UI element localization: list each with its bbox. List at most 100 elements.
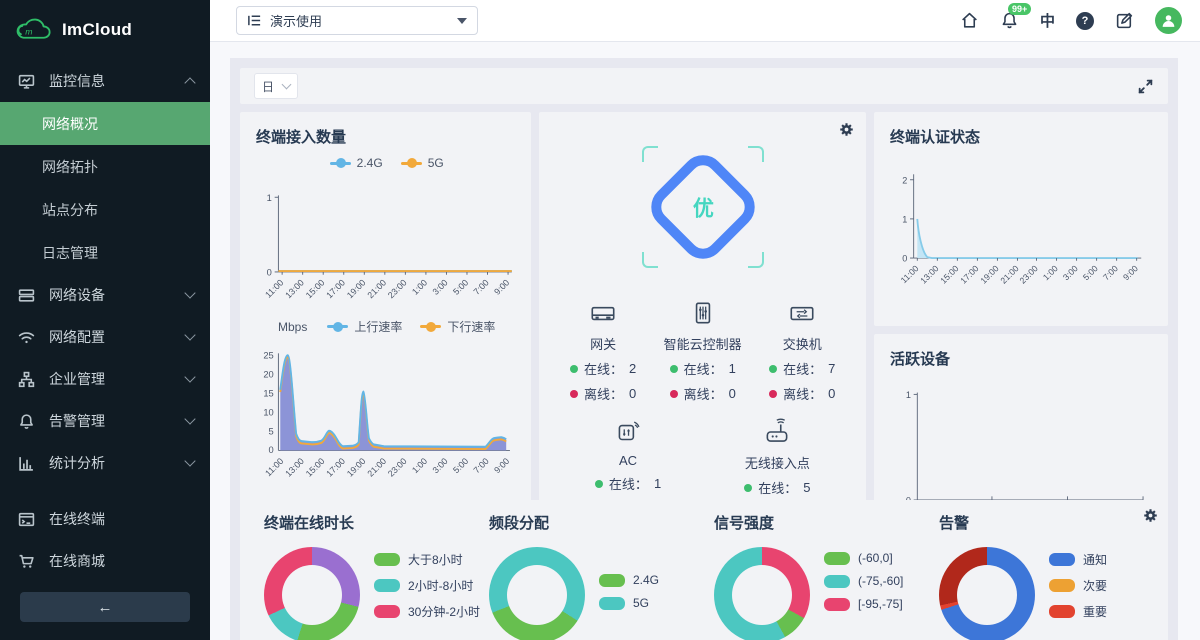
- online-dot: [570, 365, 578, 373]
- legend-item[interactable]: (-75,-60]: [824, 574, 903, 588]
- legend-label: 重要: [1083, 603, 1107, 620]
- device-online: 在线：1: [670, 359, 736, 378]
- svg-text:21:00: 21:00: [365, 277, 388, 300]
- legend-item[interactable]: 2.4G: [599, 573, 659, 587]
- feedback-edit-icon[interactable]: [1115, 11, 1134, 30]
- sidebar-item-log-management[interactable]: 日志管理: [0, 231, 210, 274]
- period-value: 日: [262, 78, 274, 95]
- notifications-bell-icon[interactable]: 99+: [1000, 11, 1019, 30]
- legend-item[interactable]: 通知: [1049, 551, 1107, 568]
- left-arrow-icon: ←: [98, 599, 113, 616]
- svg-text:5:00: 5:00: [451, 277, 470, 296]
- sidebar-item-label: 在线商城: [49, 551, 194, 571]
- donut-section-duration: 终端在线时长 大于8小时 2小时-8小时 30分钟-2小时: [254, 512, 479, 640]
- card-title: 活跃设备: [890, 348, 1154, 369]
- server-icon: [18, 287, 35, 304]
- sidebar-item-network-topology[interactable]: 网络拓扑: [0, 145, 210, 188]
- svg-text:17:00: 17:00: [324, 277, 347, 300]
- legend-label: [-95,-75]: [858, 597, 903, 611]
- donut-section-signal: 信号强度 (-60,0] (-75,-60] [-95,-75]: [704, 512, 929, 640]
- legend-item[interactable]: 2小时-8小时: [374, 577, 480, 594]
- legend-item-5g[interactable]: 5G: [401, 156, 444, 170]
- device-switch: 交换机 在线：7 离线：0: [752, 298, 852, 403]
- sidebar-item-online-mall[interactable]: 在线商城: [0, 540, 210, 582]
- user-avatar[interactable]: [1155, 7, 1182, 34]
- app-root: m ImCloud 监控信息 网络概况 网络拓扑 站点分布 日志管理 网络设备: [0, 0, 1200, 640]
- legend-item-uplink[interactable]: 上行速率: [327, 318, 402, 335]
- donut-title: 信号强度: [714, 512, 929, 533]
- sidebar-item-statistics[interactable]: 统计分析: [0, 442, 210, 484]
- legend-label: 上行速率: [354, 318, 402, 335]
- legend-item[interactable]: (-60,0]: [824, 551, 903, 565]
- svg-text:15:00: 15:00: [304, 456, 327, 479]
- svg-text:11:00: 11:00: [263, 456, 285, 478]
- device-online: 在线：2: [570, 359, 636, 378]
- svg-text:3:00: 3:00: [430, 456, 449, 475]
- legend-item-24g[interactable]: 2.4G: [330, 156, 383, 170]
- sidebar-item-site-distribution[interactable]: 站点分布: [0, 188, 210, 231]
- fullscreen-icon[interactable]: [1137, 78, 1154, 95]
- device-offline: 离线：0: [570, 384, 636, 403]
- legend-label: 大于8小时: [408, 551, 463, 568]
- svg-text:13:00: 13:00: [283, 277, 306, 300]
- legend-item[interactable]: 大于8小时: [374, 551, 480, 568]
- device-name: 智能云控制器: [664, 334, 742, 353]
- band-legend: 2.4G 5G: [599, 573, 659, 610]
- legend-chip: [1049, 579, 1075, 592]
- sidebar-item-network-devices[interactable]: 网络设备: [0, 274, 210, 316]
- controller-icon: [688, 298, 718, 328]
- legend-label: 5G: [633, 596, 649, 610]
- main-column: 演示使用 99+ 中 ?: [210, 0, 1200, 640]
- submenu-label: 站点分布: [42, 200, 98, 220]
- help-icon[interactable]: ?: [1076, 12, 1094, 30]
- duration-donut-chart: [264, 547, 360, 640]
- legend-item-downlink[interactable]: 下行速率: [420, 318, 495, 335]
- legend-item[interactable]: 30分钟-2小时: [374, 603, 480, 620]
- switch-icon: [787, 298, 817, 328]
- svg-text:1:00: 1:00: [410, 456, 429, 475]
- sidebar-collapse-button[interactable]: ←: [20, 592, 190, 622]
- sidebar-item-label: 统计分析: [49, 453, 172, 473]
- access-point-icon: [762, 417, 792, 447]
- rate-legend: Mbps 上行速率 下行速率: [256, 318, 517, 335]
- legend-item[interactable]: 重要: [1049, 603, 1107, 620]
- submenu-label: 网络概况: [42, 114, 98, 134]
- svg-text:17:00: 17:00: [324, 456, 347, 479]
- auth-status-card: 终端认证状态 2 1 0: [874, 112, 1168, 326]
- controls-card: 日: [240, 68, 1168, 104]
- svg-text:1: 1: [267, 193, 272, 203]
- svg-text:1: 1: [906, 390, 911, 400]
- legend-item[interactable]: [-95,-75]: [824, 597, 903, 611]
- org-selector-dropdown[interactable]: 演示使用: [236, 6, 478, 35]
- signal-legend: (-60,0] (-75,-60] [-95,-75]: [824, 551, 903, 611]
- legend-label: 5G: [428, 156, 444, 170]
- home-icon[interactable]: [960, 11, 979, 30]
- legend-item[interactable]: 次要: [1049, 577, 1107, 594]
- submenu-label: 网络拓扑: [42, 157, 98, 177]
- legend-marker: [327, 325, 348, 328]
- device-name: 交换机: [783, 334, 822, 353]
- online-dot: [670, 365, 678, 373]
- sidebar-item-alarm-management[interactable]: 告警管理: [0, 400, 210, 442]
- grade-text: 优: [692, 192, 713, 222]
- svg-text:19:00: 19:00: [978, 263, 1000, 285]
- svg-text:3:00: 3:00: [1061, 263, 1080, 282]
- sidebar-item-network-config[interactable]: 网络配置: [0, 316, 210, 358]
- legend-chip: [374, 553, 400, 566]
- device-online: 在线：5: [744, 478, 810, 497]
- sidebar-item-enterprise[interactable]: 企业管理: [0, 358, 210, 400]
- language-switch[interactable]: 中: [1040, 10, 1055, 31]
- period-select[interactable]: 日: [254, 73, 298, 99]
- svg-text:3:00: 3:00: [430, 277, 449, 296]
- terminal-access-chart: 1 0 11:00 13:00 15:00 17:00 19:00: [256, 170, 517, 316]
- sidebar-item-monitoring[interactable]: 监控信息: [0, 60, 210, 102]
- svg-text:11:00: 11:00: [899, 263, 921, 285]
- sidebar-item-network-overview[interactable]: 网络概况: [0, 102, 210, 145]
- legend-item[interactable]: 5G: [599, 596, 659, 610]
- card-title: 终端认证状态: [890, 126, 1154, 147]
- gear-icon[interactable]: [1143, 508, 1158, 523]
- sidebar-item-online-terminals[interactable]: 在线终端: [0, 498, 210, 540]
- device-gateway: 网关 在线：2 离线：0: [553, 298, 653, 403]
- device-online: 在线：1: [595, 474, 661, 493]
- legend-marker: [330, 162, 351, 165]
